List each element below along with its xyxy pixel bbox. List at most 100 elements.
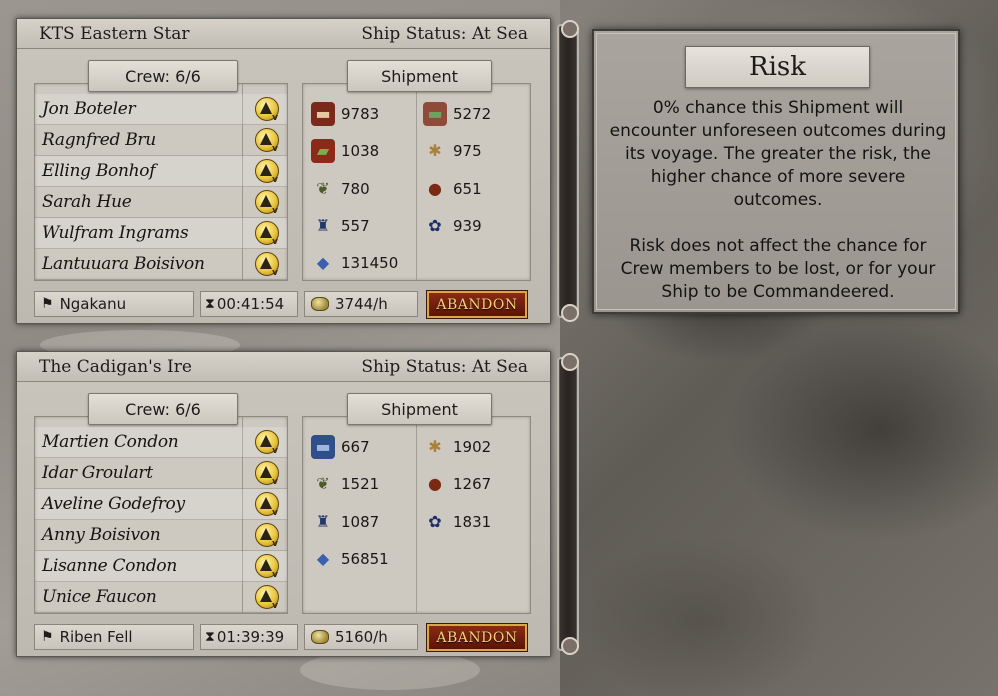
cargo-value: 56851 — [341, 550, 389, 568]
cargo-value: 1087 — [341, 513, 380, 531]
coins-icon — [311, 297, 329, 311]
crew-row[interactable]: Ragnfred Bru — [35, 125, 287, 156]
crew-rank-badge-icon[interactable] — [255, 523, 279, 549]
timer-text: 01:39:39 — [216, 628, 285, 646]
cargo-value: 780 — [341, 180, 370, 198]
crew-row[interactable]: Sarah Hue — [35, 187, 287, 218]
ship-header: KTS Eastern Star Ship Status: At Sea — [17, 19, 550, 49]
ship-status: Ship Status: At Sea — [361, 356, 528, 377]
cargo-item[interactable]: ● 1267 — [423, 469, 491, 499]
ship-panel-1: KTS Eastern Star Ship Status: At Sea Jon… — [16, 18, 551, 324]
crew-rank-badge-icon[interactable] — [255, 252, 279, 278]
crew-rank-badge-icon[interactable] — [255, 585, 279, 611]
abandon-button[interactable]: ABANDON — [426, 290, 528, 319]
crew-row[interactable]: Idar Groulart — [35, 458, 287, 489]
crew-row[interactable]: Elling Bonhof — [35, 156, 287, 187]
steel-bar-icon: ▬ — [311, 435, 335, 459]
risk-tooltip: Risk 0% chance this Shipment will encoun… — [592, 29, 960, 314]
cargo-item[interactable]: ✱ 1902 — [423, 432, 491, 462]
cargo-item[interactable]: ▬ 9783 — [311, 99, 379, 129]
crew-list: Jon Boteler Ragnfred Bru Elling Bonhof S… — [34, 83, 288, 281]
risk-title: Risk — [685, 46, 870, 88]
divider — [416, 417, 417, 613]
cargo-item[interactable]: ● 651 — [423, 174, 482, 204]
shipment-list: ▬ 9783 ▰ 1038 ❦ 780 ♜ 557 ◆ 131450 ▬ 5272 ✱ 975… — [302, 83, 531, 281]
cargo-item[interactable]: ✿ 1831 — [423, 507, 491, 537]
crew-rank-badge-icon[interactable] — [255, 159, 279, 185]
abandon-button[interactable]: ABANDON — [426, 623, 528, 652]
fruit-icon: ● — [428, 474, 442, 493]
cargo-item[interactable]: ▬ 5272 — [423, 99, 491, 129]
crew-rank-badge-icon[interactable] — [255, 461, 279, 487]
timer-text: 00:41:54 — [216, 295, 285, 313]
flag-icon: ⚑ — [41, 296, 54, 312]
crew-row[interactable]: Martien Condon — [35, 427, 287, 458]
crew-row[interactable]: Anny Boisivon — [35, 520, 287, 551]
crew-row[interactable]: Lantuuara Boisivon — [35, 249, 287, 280]
cargo-value: 131450 — [341, 254, 399, 272]
cargo-item[interactable]: ♜ 1087 — [311, 507, 379, 537]
crew-rank-badge-icon[interactable] — [255, 492, 279, 518]
cargo-item[interactable]: ❦ 780 — [311, 174, 370, 204]
crew-row[interactable]: Lisanne Condon — [35, 551, 287, 582]
cargo-item[interactable]: ❦ 1521 — [311, 469, 379, 499]
crew-rank-badge-icon[interactable] — [255, 97, 279, 123]
income-rate: 3744/h — [304, 291, 418, 317]
crew-name: Lisanne Condon — [42, 556, 178, 576]
cargo-value: 667 — [341, 438, 370, 456]
cargo-value: 5272 — [453, 105, 492, 123]
crew-rank-badge-icon[interactable] — [255, 554, 279, 580]
crew-row[interactable]: Aveline Godefroy — [35, 489, 287, 520]
crew-name: Anny Boisivon — [42, 525, 161, 545]
crew-rank-badge-icon[interactable] — [255, 430, 279, 456]
rate-text: 5160/h — [335, 628, 388, 646]
crew-name: Martien Condon — [42, 432, 179, 452]
cargo-item[interactable]: ✿ 939 — [423, 211, 482, 241]
crew-row[interactable]: Wulfram Ingrams — [35, 218, 287, 249]
plank-icon: ▬ — [423, 102, 447, 126]
destination-text: Ngakanu — [59, 295, 127, 313]
destination: ⚑ Riben Fell — [34, 624, 194, 650]
cargo-item[interactable]: ◆ 56851 — [311, 544, 389, 574]
crew-rank-badge-icon[interactable] — [255, 190, 279, 216]
hourglass-icon: ⧗ — [205, 629, 215, 645]
cargo-item[interactable]: ▰ 1038 — [311, 136, 379, 166]
crew-name: Sarah Hue — [42, 192, 132, 212]
crew-name: Elling Bonhof — [42, 161, 156, 181]
cargo-item[interactable]: ♜ 557 — [311, 211, 370, 241]
crew-rank-badge-icon[interactable] — [255, 221, 279, 247]
crew-tab-label: Crew: 6/6 — [88, 60, 238, 92]
crew-name: Lantuuara Boisivon — [42, 254, 205, 274]
crew-row[interactable]: Unice Faucon — [35, 582, 287, 613]
cargo-item[interactable]: ◆ 131450 — [311, 248, 398, 278]
cargo-value: 939 — [453, 217, 482, 235]
shipment-list: ▬ 667 ❦ 1521 ♜ 1087 ◆ 56851 ✱ 1902 ● 1267 ✿ 183… — [302, 416, 531, 614]
herb-icon: ❦ — [316, 474, 330, 493]
ship-panel-2: The Cadigan's Ire Ship Status: At Sea Ma… — [16, 351, 551, 657]
gem-pile-icon: ◆ — [316, 549, 330, 568]
cloth-bolt-icon: ▰ — [311, 139, 335, 163]
cargo-value: 1267 — [453, 475, 492, 493]
wheat-icon: ✱ — [428, 141, 442, 160]
scrollbar[interactable] — [557, 353, 579, 655]
crew-tab-label: Crew: 6/6 — [88, 393, 238, 425]
cargo-value: 1521 — [341, 475, 380, 493]
shipment-tab-label: Shipment — [347, 393, 492, 425]
voyage-timer: ⧗ 01:39:39 — [200, 624, 298, 650]
voyage-timer: ⧗ 00:41:54 — [200, 291, 298, 317]
crew-rank-badge-icon[interactable] — [255, 128, 279, 154]
cargo-value: 9783 — [341, 105, 380, 123]
cargo-value: 651 — [453, 180, 482, 198]
crystal-flask-icon: ♜ — [315, 216, 331, 235]
cargo-value: 557 — [341, 217, 370, 235]
cargo-item[interactable]: ▬ 667 — [311, 432, 370, 462]
ship-header: The Cadigan's Ire Ship Status: At Sea — [17, 352, 550, 382]
crew-name: Aveline Godefroy — [42, 494, 185, 514]
cargo-item[interactable]: ✱ 975 — [423, 136, 481, 166]
crew-row[interactable]: Jon Boteler — [35, 94, 287, 125]
fruit-icon: ● — [428, 179, 442, 198]
ship-name: The Cadigan's Ire — [39, 356, 192, 377]
scrollbar[interactable] — [557, 20, 579, 322]
income-rate: 5160/h — [304, 624, 418, 650]
wheat-icon: ✱ — [428, 437, 442, 456]
